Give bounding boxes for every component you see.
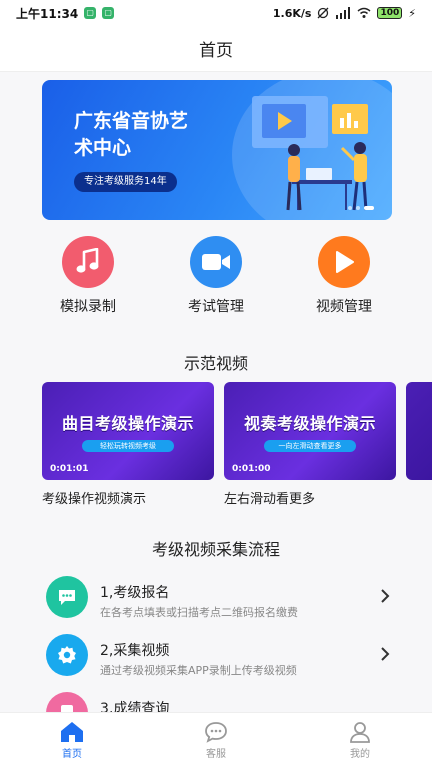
step-name: 1,考级报名 <box>100 585 170 601</box>
chat-bubble-icon <box>205 722 227 743</box>
tab-profile[interactable]: 我的 <box>288 713 432 768</box>
signal-icon <box>336 7 351 19</box>
wifi-icon <box>357 7 371 18</box>
action-video-management[interactable]: 视频管理 <box>280 236 408 316</box>
action-mock-recording[interactable]: 模拟录制 <box>24 236 152 316</box>
video-camera-icon <box>202 254 230 270</box>
status-right: 1.6K/s 100 ⚡ <box>273 7 416 20</box>
network-speed: 1.6K/s <box>272 6 312 20</box>
video-title: 左右滑动看更多 <box>224 492 316 507</box>
banner-tagline: 专注考级服务14年 <box>74 172 177 192</box>
chevron-right-icon <box>381 647 390 661</box>
thumbnail-title: 曲目考级操作演示 <box>61 414 194 433</box>
thumbnail-title: 视奏考级操作演示 <box>243 414 376 433</box>
action-circle <box>318 236 370 288</box>
video-card[interactable]: 视奏考级操作演示 一向左滑动查看更多 0:01:00 左右滑动看更多 <box>224 382 396 507</box>
action-label: 考试管理 <box>188 299 244 315</box>
action-circle <box>190 236 242 288</box>
video-thumbnail[interactable]: 曲目考级操作演示 轻松玩转视频考级 0:01:01 <box>42 382 214 480</box>
play-icon <box>336 251 354 273</box>
thumbnail-subtitle: 轻松玩转视频考级 <box>82 440 174 452</box>
status-bar: 上午11:34 ▢ ▢ 1.6K/s 100 ⚡ <box>0 0 432 26</box>
step-description: 通过考级视频采集APP录制上传考级视频 <box>100 664 297 677</box>
thumbnail-subtitle: 一向左滑动查看更多 <box>264 440 356 452</box>
carousel-dot <box>348 206 352 210</box>
music-note-icon <box>76 248 99 273</box>
video-title: 考级操作视频演示 <box>42 492 147 507</box>
chevron-right-icon <box>381 589 390 603</box>
carousel-dot <box>356 206 360 210</box>
tab-label: 客服 <box>206 749 226 760</box>
step-item-registration[interactable]: 1,考级报名 在各考点填表或扫描考点二维码报名缴费 <box>0 570 432 624</box>
action-exam-management[interactable]: 考试管理 <box>152 236 280 316</box>
tab-home[interactable]: 首页 <box>0 713 144 768</box>
step-icon-circle <box>46 576 88 618</box>
battery-icon: 100 <box>377 7 403 19</box>
tab-label: 首页 <box>62 749 82 760</box>
video-duration: 0:01:00 <box>232 464 271 474</box>
chat-icon <box>59 590 75 605</box>
demo-section-title: 示范视频 <box>183 354 248 373</box>
banner-carousel[interactable]: 广东省音协艺术中心 专注考级服务14年 <box>42 80 392 220</box>
banner-headline: 广东省音协艺术中心 <box>74 110 189 159</box>
step-description: 在各考点填表或扫描考点二维码报名缴费 <box>100 606 298 619</box>
carousel-dot-active <box>364 206 374 210</box>
quick-actions: 模拟录制 考试管理 视频管理 <box>24 236 408 316</box>
step-item-video-capture[interactable]: 2,采集视频 通过考级视频采集APP录制上传考级视频 <box>0 628 432 682</box>
video-thumbnail[interactable]: 视奏考级操作演示 一向左滑动查看更多 0:01:00 <box>224 382 396 480</box>
step-name: 2,采集视频 <box>100 643 170 659</box>
alarm-off-icon <box>318 7 329 19</box>
home-icon <box>61 722 83 742</box>
tab-customer-service[interactable]: 客服 <box>144 713 288 768</box>
action-label: 模拟录制 <box>60 299 116 315</box>
notification-icon: ▢ <box>102 7 115 19</box>
status-time: 上午11:34 <box>16 6 79 21</box>
video-card[interactable]: 曲目考级操作演示 轻松玩转视频考级 0:01:01 考级操作视频演示 <box>42 382 214 507</box>
video-card-peek[interactable] <box>406 382 432 480</box>
user-icon <box>350 722 370 743</box>
banner-illustration <box>252 96 368 211</box>
page-title: 首页 <box>199 41 233 61</box>
action-circle <box>62 236 114 288</box>
page-header: 首页 <box>0 26 432 72</box>
action-label: 视频管理 <box>316 299 372 315</box>
step-icon-circle <box>46 634 88 676</box>
notification-icon: ▢ <box>84 7 97 19</box>
video-duration: 0:01:01 <box>50 464 89 474</box>
process-section-title: 考级视频采集流程 <box>151 540 280 559</box>
tab-label: 我的 <box>350 749 370 760</box>
charging-icon: ⚡ <box>408 6 416 20</box>
carousel-indicator <box>348 206 374 210</box>
gear-icon <box>58 646 76 664</box>
demo-video-carousel[interactable]: 曲目考级操作演示 轻松玩转视频考级 0:01:01 考级操作视频演示 视奏考级操… <box>42 382 432 512</box>
bottom-tab-bar: 首页 客服 我的 <box>0 712 432 768</box>
